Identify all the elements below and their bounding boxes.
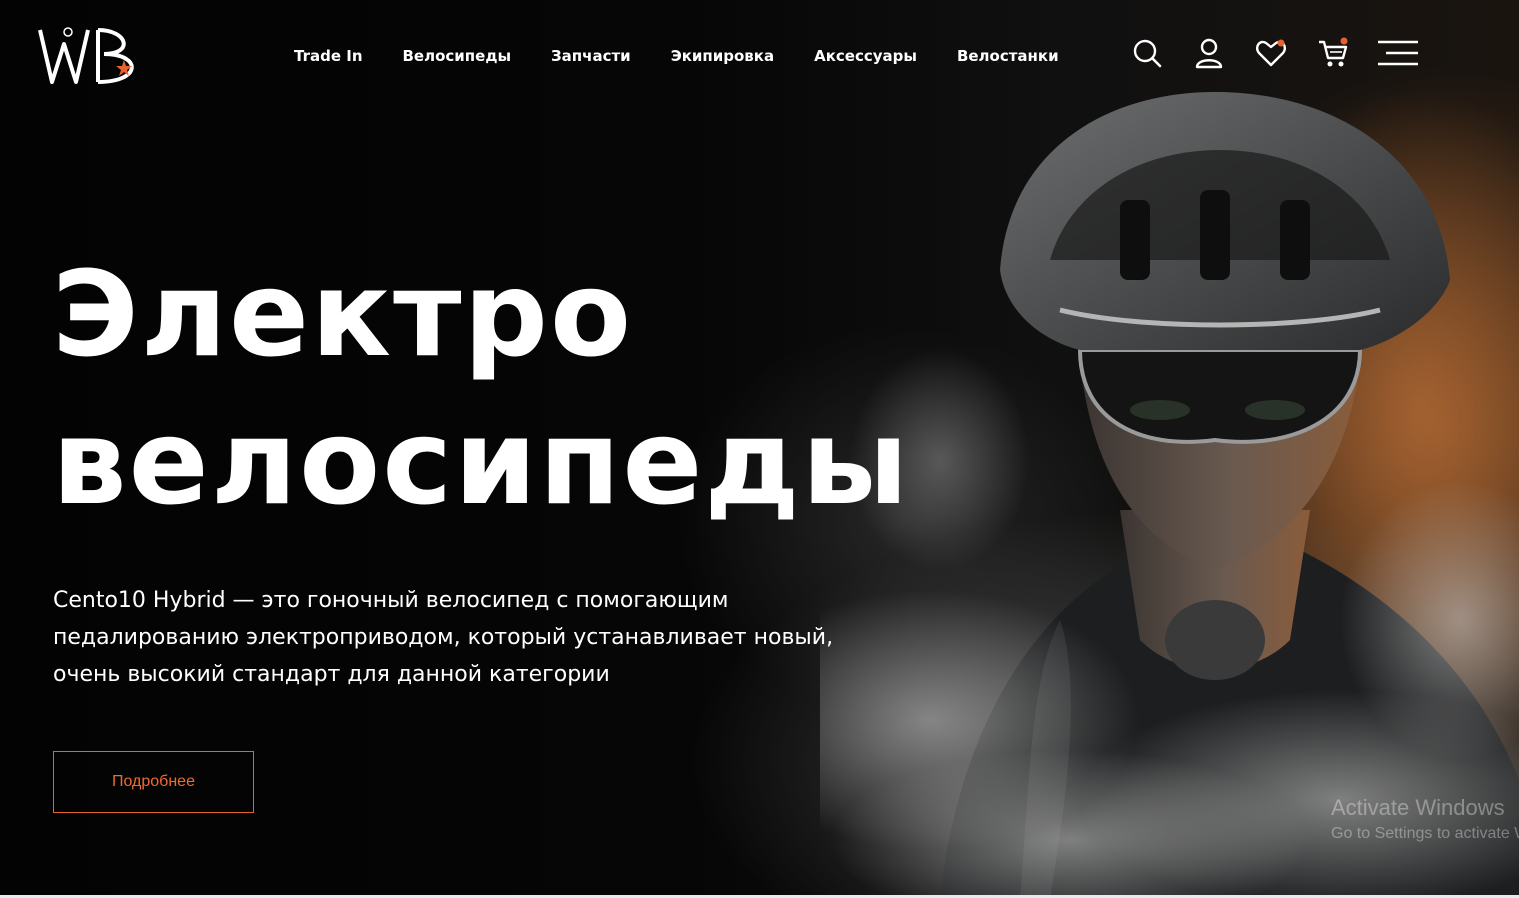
- cart-icon[interactable]: [1316, 36, 1350, 70]
- nav-item-gear[interactable]: Экипировка: [671, 47, 774, 65]
- hero-title-line2: велосипеды: [52, 393, 911, 531]
- hero-description-line2: педалированию электроприводом, который у…: [53, 625, 834, 650]
- nav-item-trade-in[interactable]: Trade In: [294, 47, 363, 65]
- watermark-line1: Activate Windows: [1331, 795, 1505, 820]
- hero-description-line3: очень высокий стандарт для данной катего…: [53, 662, 610, 687]
- hero-title-line1: Электро: [52, 245, 634, 383]
- nav-item-parts[interactable]: Запчасти: [551, 47, 631, 65]
- search-icon[interactable]: [1130, 36, 1164, 70]
- user-icon[interactable]: [1192, 36, 1226, 70]
- main-nav: Trade In Велосипеды Запчасти Экипировка …: [294, 44, 1059, 68]
- more-details-button[interactable]: Подробнее: [53, 751, 254, 813]
- brand-logo[interactable]: [38, 22, 150, 88]
- menu-icon[interactable]: [1376, 36, 1420, 70]
- activation-watermark: Activate Windows Go to Settings to activ…: [1331, 794, 1519, 846]
- hero-rider-image: [820, 90, 1519, 898]
- watermark-line2: Go to Settings to activate Windows.: [1331, 825, 1519, 842]
- hero-description-line1: Cento10 Hybrid — это гоночный велосипед …: [53, 588, 729, 613]
- nav-item-accessories[interactable]: Аксессуары: [814, 47, 917, 65]
- nav-item-trainers[interactable]: Велостанки: [957, 47, 1059, 65]
- hero-title: Электро велосипеды: [52, 240, 910, 536]
- hero-description: Cento10 Hybrid — это гоночный велосипед …: [53, 582, 853, 693]
- heart-icon[interactable]: [1254, 36, 1288, 70]
- nav-item-bicycles[interactable]: Велосипеды: [403, 47, 512, 65]
